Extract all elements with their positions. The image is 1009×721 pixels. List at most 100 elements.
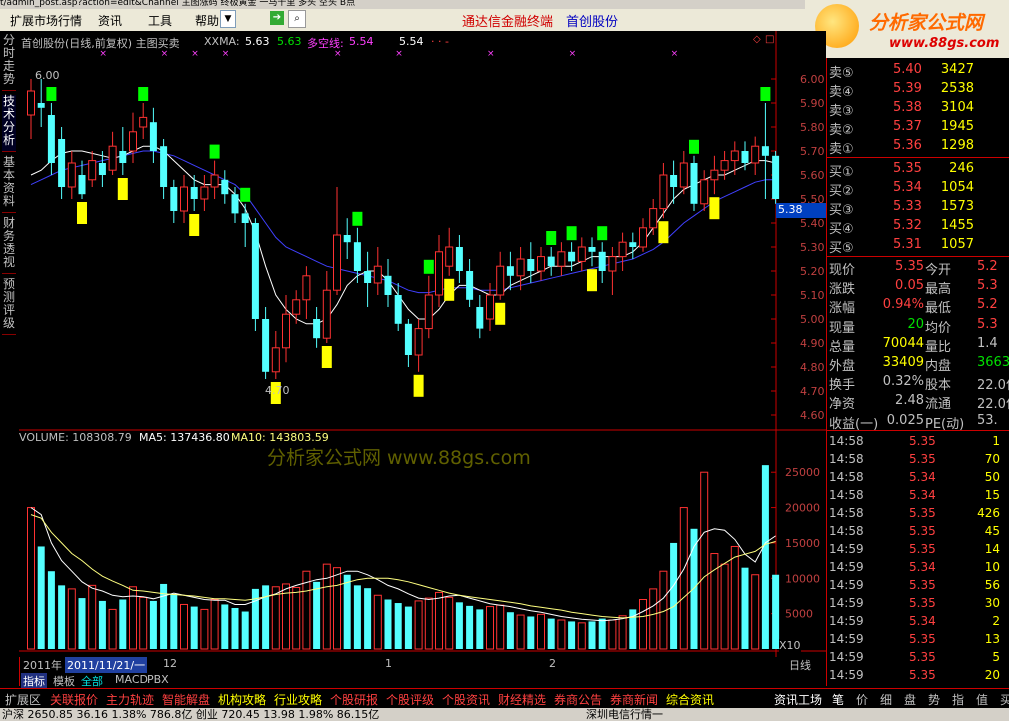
menu-item-help[interactable]: 帮助 [195,12,219,29]
tick-time: 14:59 [829,542,864,556]
go-icon[interactable]: ➔ [270,11,284,25]
buy-signal-marker [760,87,771,101]
bottom-tab[interactable]: 财经精选 [498,691,546,708]
quote-tab[interactable]: 势 [928,691,940,708]
candle-body [424,294,433,330]
bottom-tab[interactable]: 主力轨迹 [106,691,154,708]
diamond-icon[interactable]: ◇ [753,34,761,45]
quote-tab[interactable]: 买 [1000,691,1009,708]
quote-tab[interactable]: 值 [976,691,988,708]
menu-item-market[interactable]: 扩展市场行情 [10,12,82,29]
divider [827,430,1009,431]
tick-time: 14:58 [829,452,864,466]
sell-row[interactable]: 卖③ 5.38 3104 [827,99,1009,119]
tick-time: 14:59 [829,560,864,574]
tab-financials[interactable]: 财务透视 [2,217,16,274]
volume-bar [313,581,321,649]
tool-tab-pbx[interactable]: PBX [147,673,169,686]
volume-ma5-label: MA5: 137436.80 [139,431,230,444]
chart-area[interactable]: 6.00 5.90 5.80 5.70 5.60 5.50 5.40 5.30 5.20 5.10… [19,31,828,689]
candle-body [639,227,647,248]
bottom-tab[interactable]: 行业攻略 [274,691,322,708]
volume-bar [47,571,55,649]
quote-tab[interactable]: 指 [952,691,964,708]
candle-body [373,265,382,284]
quote-tab[interactable]: 笔 [832,691,844,708]
signal-x-marker: × [222,49,230,59]
candle-body [180,186,188,212]
tick-volume: 426 [977,506,1000,520]
bottom-tab[interactable]: 机构攻略 [218,691,266,708]
buy-row[interactable]: 买① 5.35 246 [827,160,1009,180]
stat-value-2: 3663 [977,355,1009,370]
tab-intraday[interactable]: 分时走势 [2,34,16,91]
stat-row: 涨幅 0.94% 最低 5.2 [827,296,1009,316]
sell-row[interactable]: 卖⑤ 5.40 3427 [827,61,1009,81]
tick-volume: 10 [984,560,1000,574]
tab-fundamentals[interactable]: 基本资料 [2,156,16,213]
bottom-tab[interactable]: 智能解盘 [162,691,210,708]
tool-tab-indicators[interactable]: 指标 [21,673,47,689]
tab-forecast[interactable]: 预测评级 [2,278,16,335]
bottom-tab[interactable]: 券商公告 [554,691,602,708]
sell-signal-marker [587,269,597,292]
buy-row[interactable]: 买④ 5.32 1455 [827,217,1009,237]
sell-row-volume: 3104 [940,100,974,115]
volume-bar [741,567,749,649]
bottom-tab[interactable]: 综合资讯 [666,691,714,708]
candle-body [557,251,566,267]
sell-signal-marker [444,278,455,301]
price-axis-label: 5.20 [800,265,825,278]
tool-tab-all[interactable]: 全部 [81,673,103,689]
tool-tab-templates[interactable]: 模板 [53,673,75,689]
sell-signal-marker [413,374,424,397]
candle-body [404,323,412,355]
buy-row-volume: 1573 [940,199,974,214]
bottom-tab[interactable]: 个股资讯 [442,691,490,708]
bottom-tab[interactable]: 扩展区 [5,691,41,708]
bottom-tab[interactable]: 个股研报 [330,691,378,708]
volume-bar [231,607,239,649]
bottom-tab[interactable]: 个股评级 [386,691,434,708]
stat-value-2: 5.2 [977,297,998,313]
period-label[interactable]: 日线 [789,657,811,673]
header-tail: · · - [431,35,449,48]
xxma-label: XXMA: [204,35,240,48]
chevron-down-icon[interactable]: ▼ [220,10,236,28]
candle-body [720,160,729,171]
bottom-tab[interactable]: 关联报价 [50,691,98,708]
quote-tab[interactable]: 价 [856,691,868,708]
quote-tab[interactable]: 细 [880,691,892,708]
menu-item-tools[interactable]: 工具 [148,12,172,29]
price-axis-label: 4.80 [800,361,825,374]
candle-body [577,246,586,262]
search-icon[interactable]: ⌕ [288,10,306,28]
buy-row[interactable]: 买⑤ 5.31 1057 [827,236,1009,256]
candle-body [139,116,148,128]
buy-row[interactable]: 买② 5.34 1054 [827,179,1009,199]
buy-row-price: 5.35 [893,161,922,176]
bottom-tab[interactable]: 券商新闻 [610,691,658,708]
tool-tab-macd[interactable]: MACD [115,673,148,686]
stat-label: 外盘 [829,359,856,374]
volume-bar [58,585,66,649]
buy-row[interactable]: 买③ 5.33 1573 [827,198,1009,218]
menu-item-news[interactable]: 资讯 [98,12,122,29]
brand-title: 通达信金融终端 [462,15,554,30]
price-low-label: 4.70 [265,384,290,397]
volume-bar [353,585,361,649]
sell-row[interactable]: 卖④ 5.39 2538 [827,80,1009,100]
bottom-right-label[interactable]: 资讯工场 [774,691,822,708]
sell-signal-marker [321,346,332,368]
tick-time: 14:58 [829,488,864,502]
candle-body [670,175,678,187]
tab-technical[interactable]: 技术分析 [2,95,16,152]
sell-row[interactable]: 卖① 5.36 1298 [827,137,1009,157]
quote-tab[interactable]: 盘 [904,691,916,708]
price-axis-label: 5.90 [800,97,825,110]
close-icon[interactable]: □ [765,34,774,45]
tick-volume: 15 [984,488,1000,502]
dkx-value: 5.54 [349,35,374,48]
price-axis-label: 6.00 [800,73,825,86]
sell-row[interactable]: 卖② 5.37 1945 [827,118,1009,138]
